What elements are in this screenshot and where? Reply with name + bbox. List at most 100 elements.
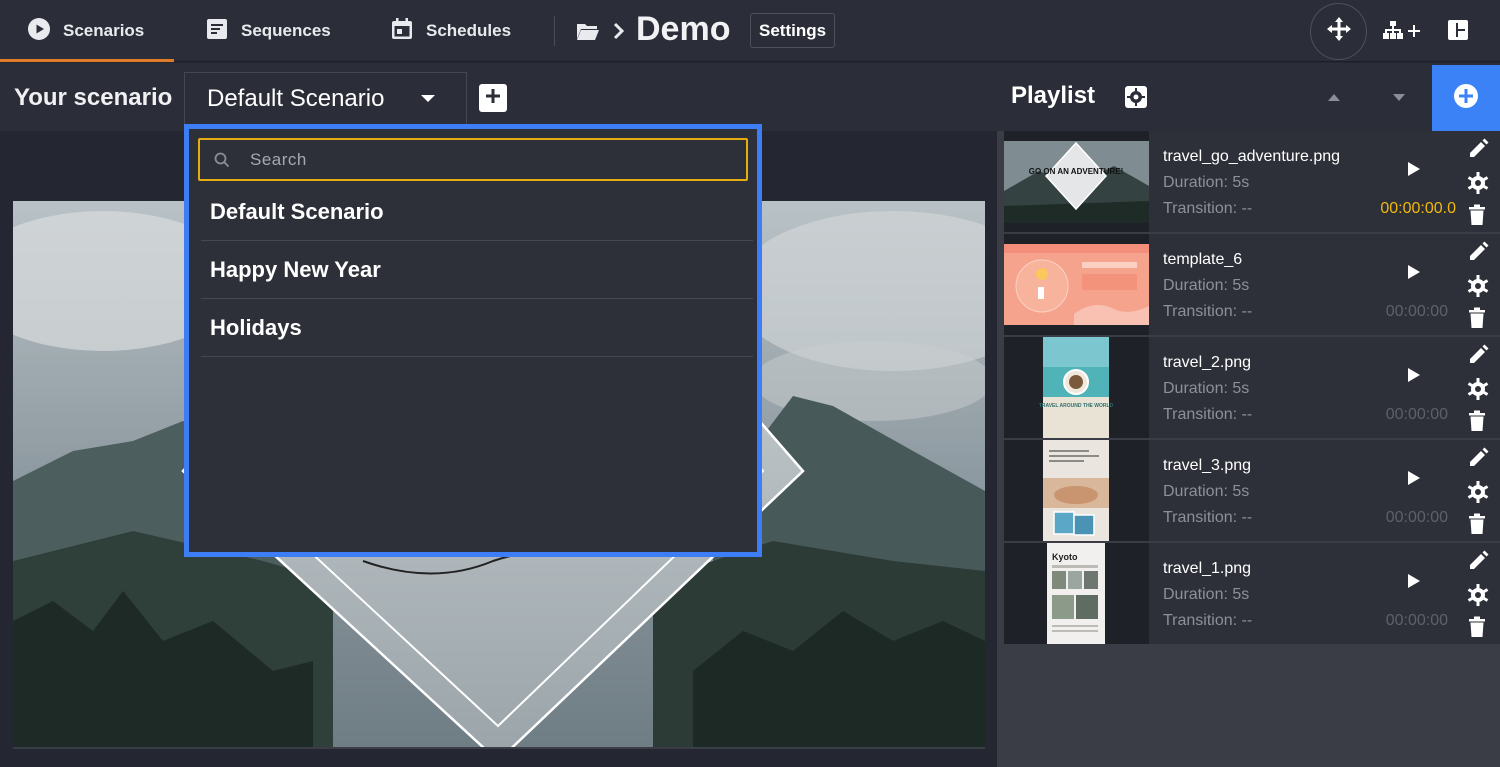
scenario-label: Your scenario xyxy=(14,84,173,111)
pencil-icon[interactable] xyxy=(1467,241,1489,268)
move-up-icon[interactable] xyxy=(1328,94,1340,101)
playlist-item-duration: Duration: 5s xyxy=(1163,380,1250,397)
thumbnail-kyoto-text: Kyoto xyxy=(1052,552,1078,562)
playlist-item-name: travel_go_adventure.png xyxy=(1163,148,1341,165)
playlist-item-time: 00:00:00 xyxy=(1385,406,1448,423)
scenario-bar: Your scenario Default Scenario xyxy=(0,63,997,131)
playlist-item-time: 00:00:00.0 xyxy=(1380,200,1456,217)
dropdown-item-default-scenario[interactable]: Default Scenario xyxy=(201,183,753,241)
thumbnail-travel-2: TRAVEL AROUND THE WORLD xyxy=(1004,337,1149,438)
thumbnail-travel-go-adventure: GO ON AN ADVENTURE! xyxy=(1004,131,1149,232)
dropdown-item-holidays[interactable]: Holidays xyxy=(201,299,753,357)
playlist-item-transition: Transition: -- xyxy=(1163,612,1253,629)
playlist-item-name: travel_2.png xyxy=(1163,354,1252,371)
calendar-icon xyxy=(390,17,414,46)
playlist-item-transition: Transition: -- xyxy=(1163,406,1253,423)
move-down-icon[interactable] xyxy=(1393,94,1405,101)
playlist-row[interactable]: Kyoto travel_1.png Duration: 5s Transiti… xyxy=(1004,543,1500,644)
scenario-select[interactable]: Default Scenario xyxy=(184,72,467,124)
playlist-item-duration: Duration: 5s xyxy=(1163,586,1250,603)
playlist-row[interactable]: travel_3.png Duration: 5s Transition: --… xyxy=(1004,440,1500,541)
row-actions xyxy=(1467,344,1491,434)
sitemap-icon xyxy=(1382,20,1404,45)
playlist-item-time: 00:00:00 xyxy=(1385,612,1448,629)
scenario-select-value: Default Scenario xyxy=(207,84,385,112)
playlist-item-transition: Transition: -- xyxy=(1163,303,1253,320)
pencil-icon[interactable] xyxy=(1467,138,1489,165)
folder-icon[interactable] xyxy=(576,0,600,62)
playlist-item-duration: Duration: 5s xyxy=(1163,483,1250,500)
pencil-icon[interactable] xyxy=(1467,550,1489,577)
trash-icon[interactable] xyxy=(1467,410,1487,437)
gear-icon[interactable] xyxy=(1467,172,1489,199)
tab-scenarios[interactable]: Scenarios xyxy=(27,0,144,62)
play-circle-icon xyxy=(27,17,51,46)
trash-icon[interactable] xyxy=(1467,307,1487,334)
chevron-right-icon xyxy=(612,0,626,62)
playlist-item-transition: Transition: -- xyxy=(1163,200,1253,217)
pencil-icon[interactable] xyxy=(1467,344,1489,371)
play-icon[interactable] xyxy=(1408,368,1420,382)
add-playlist-item-button[interactable] xyxy=(1432,65,1500,131)
tab-schedules-label: Schedules xyxy=(426,21,512,40)
gear-icon[interactable] xyxy=(1467,378,1489,405)
project-title: Demo xyxy=(636,10,731,48)
row-actions xyxy=(1467,550,1491,640)
playlist-item-name: travel_3.png xyxy=(1163,457,1252,474)
trash-icon[interactable] xyxy=(1467,513,1487,540)
settings-button[interactable]: Settings xyxy=(750,13,836,48)
layout-panels-icon xyxy=(1448,20,1468,45)
play-icon[interactable] xyxy=(1408,471,1420,485)
gear-icon[interactable] xyxy=(1467,584,1489,611)
plus-icon xyxy=(485,88,501,109)
plus-icon xyxy=(1408,24,1420,42)
playlist-item-name: travel_1.png xyxy=(1163,560,1252,577)
playlist-item-time: 00:00:00 xyxy=(1385,303,1448,320)
playlist-row[interactable]: template_6 Duration: 5s Transition: -- 0… xyxy=(1004,234,1500,335)
caret-down-icon xyxy=(421,95,435,102)
row-actions xyxy=(1467,447,1491,537)
playlist-row[interactable]: TRAVEL AROUND THE WORLD travel_2.png Dur… xyxy=(1004,337,1500,438)
playlist-settings-gear-icon[interactable] xyxy=(1124,85,1148,114)
layout-button[interactable] xyxy=(1448,20,1468,45)
search-icon xyxy=(214,152,230,173)
thumbnail-travel2-text: TRAVEL AROUND THE WORLD xyxy=(1039,403,1114,409)
search-input[interactable] xyxy=(250,148,730,172)
pencil-icon[interactable] xyxy=(1467,447,1489,474)
playlist-item-duration: Duration: 5s xyxy=(1163,174,1250,191)
tab-sequences[interactable]: Sequences xyxy=(205,0,331,62)
top-bar: Scenarios Sequences Schedules Demo Setti… xyxy=(0,0,1500,62)
add-scenario-button[interactable] xyxy=(479,84,507,112)
play-icon[interactable] xyxy=(1408,265,1420,279)
playlist-item-time: 00:00:00 xyxy=(1385,509,1448,526)
playlist-item-transition: Transition: -- xyxy=(1163,509,1253,526)
search-box xyxy=(198,138,748,181)
trash-icon[interactable] xyxy=(1467,204,1487,231)
tab-sequences-label: Sequences xyxy=(241,21,331,40)
active-tab-indicator xyxy=(0,59,174,62)
plus-circle-icon xyxy=(1453,83,1479,114)
move-button[interactable] xyxy=(1310,3,1367,60)
tab-scenarios-label: Scenarios xyxy=(63,21,145,40)
dropdown-item-happy-new-year[interactable]: Happy New Year xyxy=(201,241,753,299)
sequence-list-icon xyxy=(205,17,229,46)
playlist-item-duration: Duration: 5s xyxy=(1163,277,1250,294)
nav-divider xyxy=(554,16,555,46)
thumbnail-travel-3 xyxy=(1004,440,1149,541)
play-icon[interactable] xyxy=(1408,574,1420,588)
move-arrows-icon xyxy=(1326,16,1352,47)
playlist-title: Playlist xyxy=(1011,82,1096,109)
playlist-row[interactable]: GO ON AN ADVENTURE! travel_go_adventure.… xyxy=(1004,131,1500,232)
play-icon[interactable] xyxy=(1408,162,1420,176)
tab-schedules[interactable]: Schedules xyxy=(390,0,511,62)
playlist-header: Playlist xyxy=(997,63,1500,131)
add-hierarchy-button[interactable] xyxy=(1382,20,1420,45)
gear-icon[interactable] xyxy=(1467,481,1489,508)
gear-icon[interactable] xyxy=(1467,275,1489,302)
row-actions xyxy=(1467,241,1491,331)
playlist-item-name: template_6 xyxy=(1163,251,1243,268)
thumbnail-template-6 xyxy=(1004,234,1149,335)
row-actions xyxy=(1467,138,1491,228)
scenario-dropdown: Default Scenario Happy New Year Holidays xyxy=(184,124,762,557)
trash-icon[interactable] xyxy=(1467,616,1487,643)
